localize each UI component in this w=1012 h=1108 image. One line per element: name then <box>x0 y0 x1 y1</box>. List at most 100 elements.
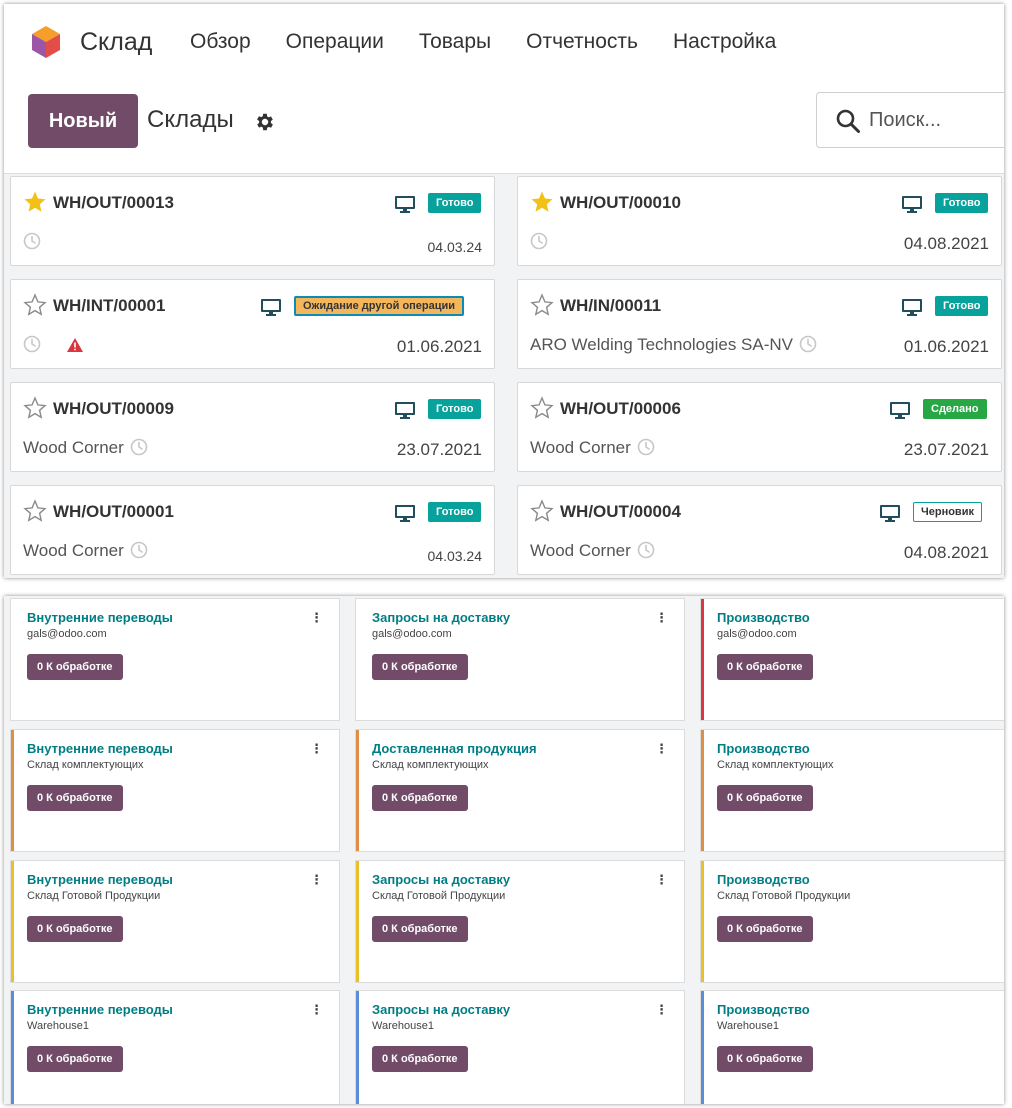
to-process-button[interactable]: 0 К обработке <box>27 654 123 680</box>
operation-type-card: Запросы на доставку Warehouse1 ⋮ 0 К обрабо… <box>355 990 685 1104</box>
kebab-menu-icon[interactable]: ⋮ <box>655 1002 668 1018</box>
menu-overview[interactable]: Обзор <box>190 30 251 54</box>
to-process-button[interactable]: 0 К обработке <box>717 916 813 942</box>
star-outline-icon[interactable] <box>23 499 47 523</box>
to-process-button[interactable]: 0 К обработке <box>27 916 123 942</box>
star-outline-icon[interactable] <box>23 396 47 420</box>
kebab-menu-icon[interactable]: ⋮ <box>655 872 668 888</box>
warehouse-name: Склад комплектующих <box>717 759 834 771</box>
clock-icon[interactable] <box>23 335 41 353</box>
new-button[interactable]: Новый <box>28 94 138 148</box>
transfer-card[interactable]: WH/OUT/00004 Черновик Wood Corner 04.08.202… <box>517 485 1002 575</box>
warehouse-name: Склад Готовой Продукции <box>372 890 506 902</box>
monitor-icon <box>890 402 910 419</box>
star-outline-icon[interactable] <box>23 293 47 317</box>
kebab-menu-icon[interactable]: ⋮ <box>310 872 323 888</box>
gear-icon[interactable] <box>254 111 276 133</box>
to-process-button[interactable]: 0 К обработке <box>717 1046 813 1072</box>
kebab-menu-icon[interactable]: ⋮ <box>310 741 323 757</box>
monitor-icon <box>395 505 415 522</box>
transfers-screenshot: Склад Обзор Операции Товары Отчетность Н… <box>4 4 1004 578</box>
clock-icon[interactable] <box>23 232 41 250</box>
transfer-card[interactable]: WH/OUT/00001 Готово Wood Corner 04.03.24 <box>10 485 495 575</box>
menu-reporting[interactable]: Отчетность <box>526 30 638 54</box>
partner-name: Wood Corner <box>23 438 124 457</box>
operation-type-card: Внутренние переводы Склад Готовой Продукц… <box>10 860 340 983</box>
to-process-button[interactable]: 0 К обработке <box>372 654 468 680</box>
clock-icon[interactable] <box>637 541 655 559</box>
status-badge: Готово <box>428 399 482 419</box>
warehouse-name: gals@odoo.com <box>27 628 107 640</box>
operation-type-card: Производство Склад Готовой Продукции 0 К о… <box>700 860 1004 983</box>
transfer-card[interactable]: WH/OUT/00009 Готово Wood Corner 23.07.2021 <box>10 382 495 472</box>
kebab-menu-icon[interactable]: ⋮ <box>655 610 668 626</box>
transfer-card[interactable]: WH/INT/00001 Ожидание другой операции 01.0… <box>10 279 495 369</box>
transfer-reference: WH/OUT/00001 <box>53 502 174 521</box>
partner-name: Wood Corner <box>530 438 631 457</box>
star-filled-icon[interactable] <box>530 190 554 214</box>
clock-icon[interactable] <box>637 438 655 456</box>
status-badge: Готово <box>428 502 482 522</box>
monitor-icon <box>902 196 922 213</box>
operation-type-title[interactable]: Доставленная продукция <box>372 741 537 756</box>
transfer-card[interactable]: WH/IN/00011 Готово ARO Welding Technologie… <box>517 279 1002 369</box>
warehouse-name: Склад комплектующих <box>372 759 489 771</box>
warehouse-name: Warehouse1 <box>27 1020 89 1032</box>
kebab-menu-icon[interactable]: ⋮ <box>655 741 668 757</box>
star-outline-icon[interactable] <box>530 396 554 420</box>
transfer-reference: WH/INT/00001 <box>53 296 166 315</box>
monitor-icon <box>880 505 900 522</box>
menu-operations[interactable]: Операции <box>286 30 384 54</box>
operation-type-title[interactable]: Запросы на доставку <box>372 1002 510 1017</box>
transfer-card[interactable]: WH/OUT/00010 Готово 04.08.2021 <box>517 176 1002 266</box>
operation-type-title[interactable]: Запросы на доставку <box>372 610 510 625</box>
kebab-menu-icon[interactable]: ⋮ <box>310 610 323 626</box>
transfer-reference: WH/OUT/00009 <box>53 399 174 418</box>
operation-type-title[interactable]: Внутренние переводы <box>27 872 173 887</box>
to-process-button[interactable]: 0 К обработке <box>372 785 468 811</box>
to-process-button[interactable]: 0 К обработке <box>372 1046 468 1072</box>
clock-icon[interactable] <box>130 541 148 559</box>
star-outline-icon[interactable] <box>530 499 554 523</box>
operation-type-title[interactable]: Запросы на доставку <box>372 872 510 887</box>
clock-icon[interactable] <box>130 438 148 456</box>
operation-type-title[interactable]: Производство <box>717 610 810 625</box>
operation-type-title[interactable]: Внутренние переводы <box>27 610 173 625</box>
operation-type-card: Производство Склад комплектующих 0 К обраб… <box>700 729 1004 852</box>
transfer-card[interactable]: WH/OUT/00006 Сделано Wood Corner 23.07.2021 <box>517 382 1002 472</box>
scheduled-date: 23.07.2021 <box>396 440 482 459</box>
search-input[interactable] <box>869 105 1004 135</box>
operation-type-card: Внутренние переводы Склад комплектующих ⋮ 0… <box>10 729 340 852</box>
search-icon[interactable] <box>835 108 861 134</box>
partner-name: ARO Welding Technologies SA-NV <box>530 335 794 354</box>
operations-screenshot: Внутренние переводы gals@odoo.com ⋮ 0 К обр… <box>4 596 1004 1104</box>
menu-configuration[interactable]: Настройка <box>673 30 776 54</box>
control-panel: Новый Склады <box>4 80 1004 174</box>
scheduled-date: 01.06.2021 <box>396 337 482 356</box>
clock-icon[interactable] <box>530 232 548 250</box>
menu-products[interactable]: Товары <box>419 30 491 54</box>
star-outline-icon[interactable] <box>530 293 554 317</box>
color-bar <box>701 599 704 720</box>
operation-type-title[interactable]: Производство <box>717 1002 810 1017</box>
monitor-icon <box>395 196 415 213</box>
status-badge: Ожидание другой операции <box>294 296 465 316</box>
to-process-button[interactable]: 0 К обработке <box>717 785 813 811</box>
color-bar <box>701 861 704 982</box>
to-process-button[interactable]: 0 К обработке <box>27 1046 123 1072</box>
to-process-button[interactable]: 0 К обработке <box>27 785 123 811</box>
warehouse-name: gals@odoo.com <box>717 628 797 640</box>
app-name[interactable]: Склад <box>80 28 152 57</box>
to-process-button[interactable]: 0 К обработке <box>717 654 813 680</box>
operation-type-title[interactable]: Производство <box>717 741 810 756</box>
operation-type-title[interactable]: Внутренние переводы <box>27 741 173 756</box>
status-badge: Готово <box>428 193 482 213</box>
to-process-button[interactable]: 0 К обработке <box>372 916 468 942</box>
operation-type-title[interactable]: Производство <box>717 872 810 887</box>
operation-type-title[interactable]: Внутренние переводы <box>27 1002 173 1017</box>
clock-icon[interactable] <box>799 335 817 353</box>
kebab-menu-icon[interactable]: ⋮ <box>310 1002 323 1018</box>
transfer-card[interactable]: WH/OUT/00013 Готово 04.03.24 <box>10 176 495 266</box>
star-filled-icon[interactable] <box>23 190 47 214</box>
main-menu: Обзор Операции Товары Отчетность Настрой… <box>190 30 811 54</box>
